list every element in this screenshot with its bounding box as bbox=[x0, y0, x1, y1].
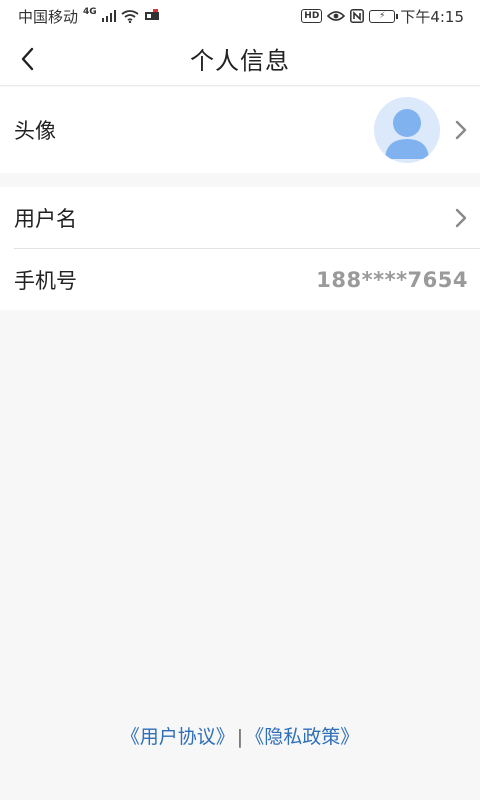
nav-bar: 个人信息 bbox=[0, 32, 480, 86]
status-bar: 中国移动 4G HD ⚡ 下午4:15 bbox=[0, 0, 480, 32]
hd-badge: HD bbox=[301, 9, 323, 23]
status-bar-left: 中国移动 4G bbox=[18, 6, 160, 27]
signal-icon bbox=[101, 10, 116, 22]
username-row[interactable]: 用户名 bbox=[0, 187, 480, 248]
carrier-name: 中国移动 bbox=[18, 7, 79, 26]
battery-icon: ⚡ bbox=[369, 9, 399, 23]
user-placeholder-icon bbox=[385, 109, 429, 159]
chevron-right-icon bbox=[454, 120, 468, 140]
nfc-icon bbox=[350, 9, 365, 23]
privacy-policy-link[interactable]: 《隐私政策》 bbox=[245, 726, 359, 748]
username-label: 用户名 bbox=[14, 206, 77, 231]
notification-icon bbox=[144, 9, 159, 20]
wifi-icon bbox=[121, 9, 139, 23]
avatar-row-right bbox=[374, 97, 468, 163]
clock: 下午4:15 bbox=[400, 7, 464, 26]
chevron-left-icon bbox=[21, 47, 34, 71]
network-type: 4G bbox=[83, 7, 97, 17]
avatar-row[interactable]: 头像 bbox=[0, 87, 480, 173]
phone-row: 手机号 188****7654 bbox=[0, 249, 480, 310]
user-agreement-link[interactable]: 《用户协议》 bbox=[121, 726, 235, 748]
info-section: 用户名 手机号 188****7654 bbox=[0, 187, 480, 310]
status-bar-right: HD ⚡ 下午4:15 bbox=[301, 6, 464, 27]
phone-value: 188****7654 bbox=[316, 267, 468, 292]
footer-links: 《用户协议》 | 《隐私政策》 bbox=[0, 722, 480, 749]
avatar-section: 头像 bbox=[0, 87, 480, 173]
avatar[interactable] bbox=[374, 97, 440, 163]
page-title: 个人信息 bbox=[190, 47, 290, 75]
back-button[interactable] bbox=[10, 41, 46, 77]
chevron-right-icon bbox=[454, 208, 468, 228]
footer-separator: | bbox=[236, 726, 244, 748]
username-row-right bbox=[440, 208, 468, 228]
phone-label: 手机号 bbox=[14, 268, 77, 293]
avatar-label: 头像 bbox=[14, 119, 56, 143]
eye-icon bbox=[327, 11, 346, 21]
